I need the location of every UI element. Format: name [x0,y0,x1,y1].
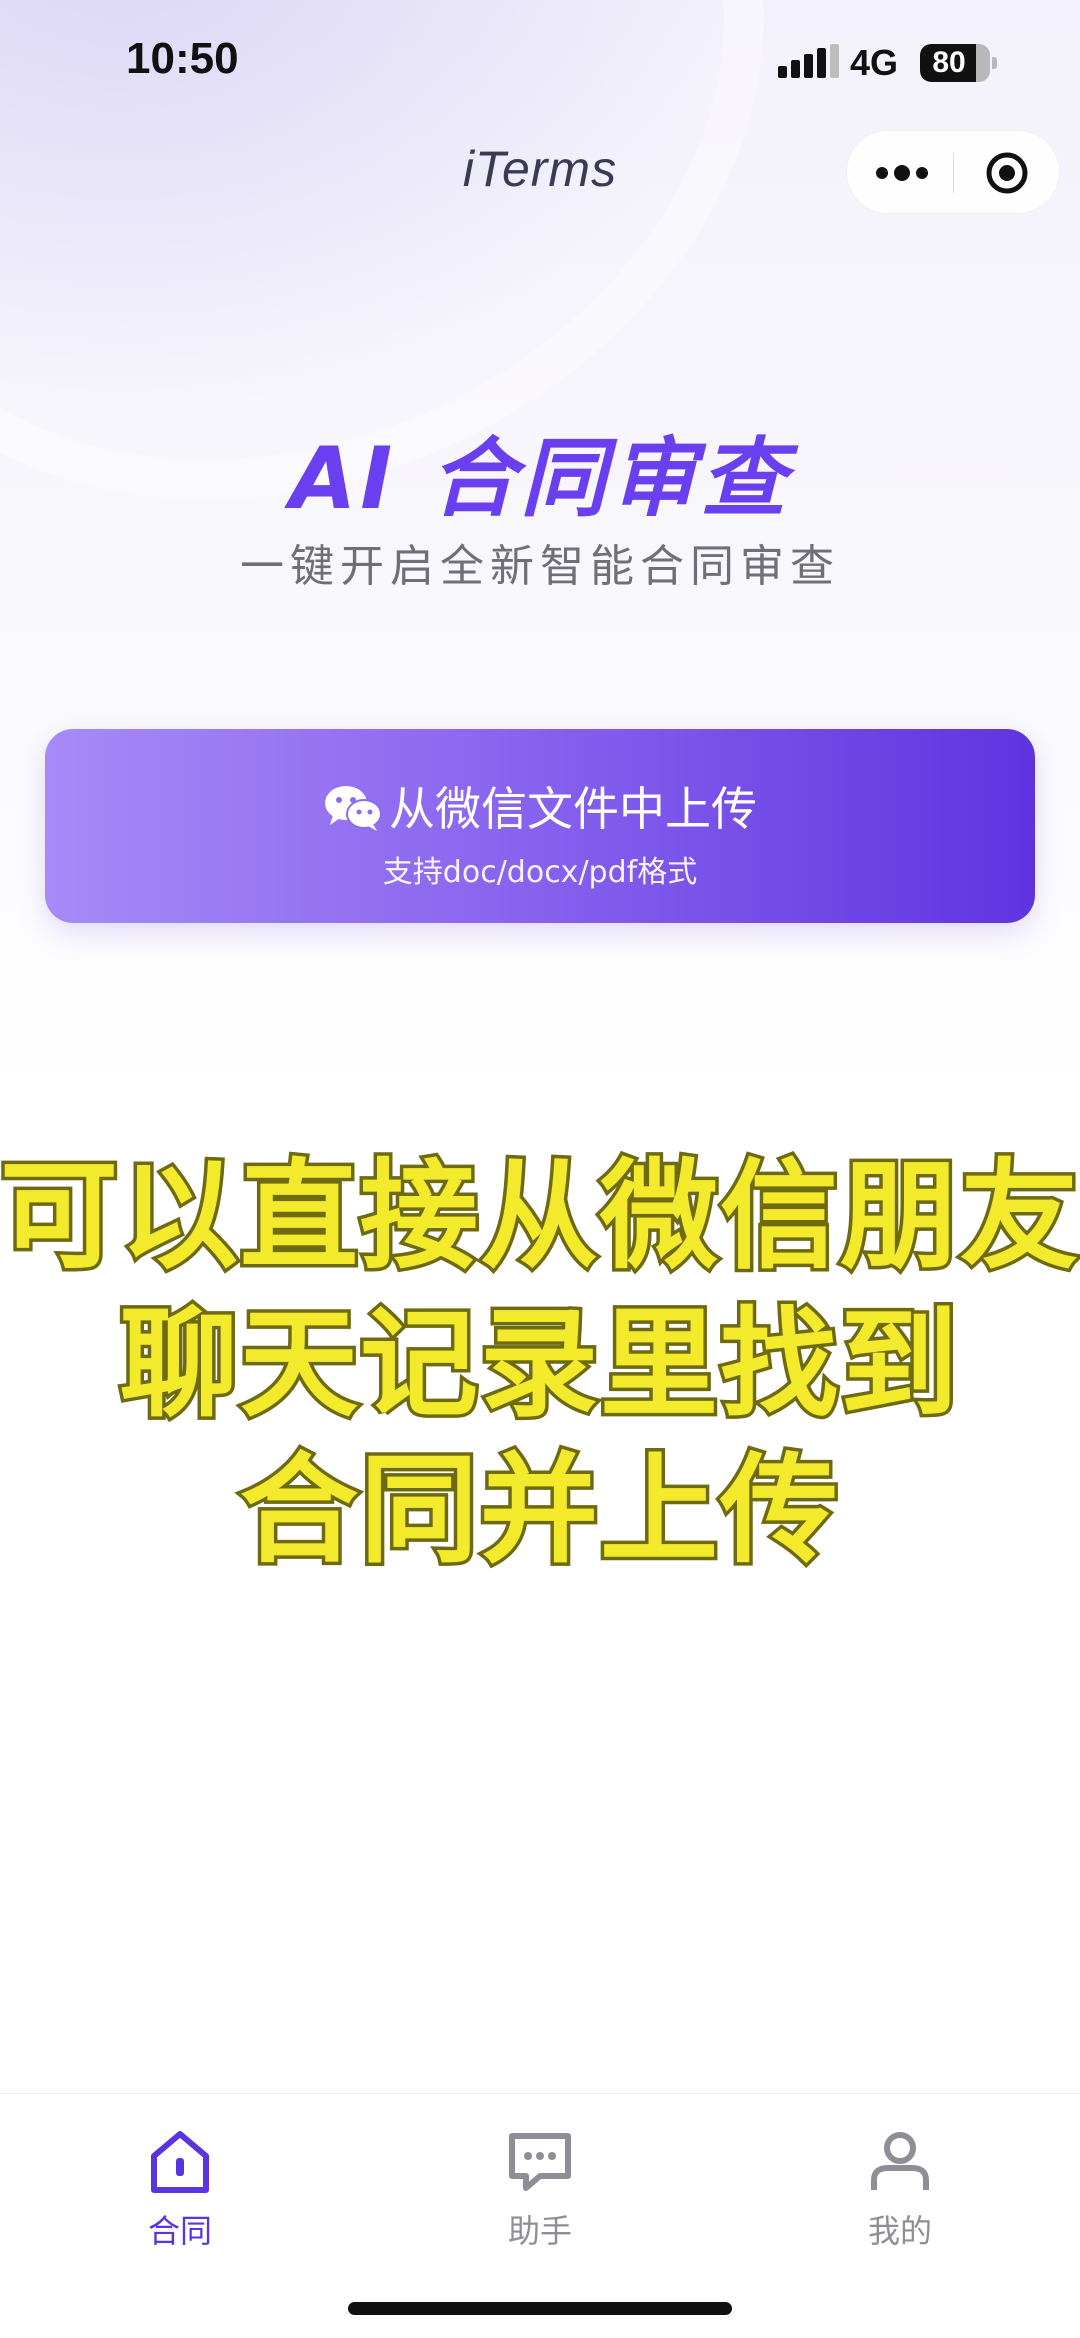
tab-mine[interactable]: 我的 [800,2114,1000,2254]
caption-line-1: 可以直接从微信朋友 [0,1144,1080,1289]
status-bar: 10:50 4G 80 [0,0,1080,130]
tab-label-assistant: 助手 [507,2212,572,2250]
user-icon [871,2132,929,2190]
tab-label-mine: 我的 [867,2212,932,2250]
wechat-icon [325,786,382,831]
signal-icon [778,44,839,78]
upload-formats: 支持doc/docx/pdf格式 [382,855,698,890]
close-target-icon[interactable] [985,151,1029,195]
tab-label-contract: 合同 [147,2212,212,2250]
more-icon[interactable] [869,151,935,195]
home-icon [151,2131,209,2193]
tab-contract[interactable]: 合同 [80,2114,280,2254]
mini-program-capsule [846,130,1060,214]
capsule-divider [953,153,954,193]
battery-icon: 80 [920,44,997,82]
network-label: 4G [850,42,899,83]
battery-level: 80 [932,46,966,79]
upload-main-row: 从微信文件中上传 [45,773,1035,839]
status-time: 10:50 [126,34,239,83]
upload-label: 从微信文件中上传 [389,782,757,836]
home-indicator [348,2302,732,2315]
tab-assistant[interactable]: 助手 [440,2114,640,2254]
upload-from-wechat-button[interactable]: 从微信文件中上传 支持doc/docx/pdf格式 [45,729,1035,923]
chat-icon [509,2133,571,2191]
hero-title: AI 合同审查 [289,429,791,529]
hero-subtitle: 一键开启全新智能合同审查 [240,541,840,592]
caption-line-3: 合同并上传 [236,1438,841,1583]
